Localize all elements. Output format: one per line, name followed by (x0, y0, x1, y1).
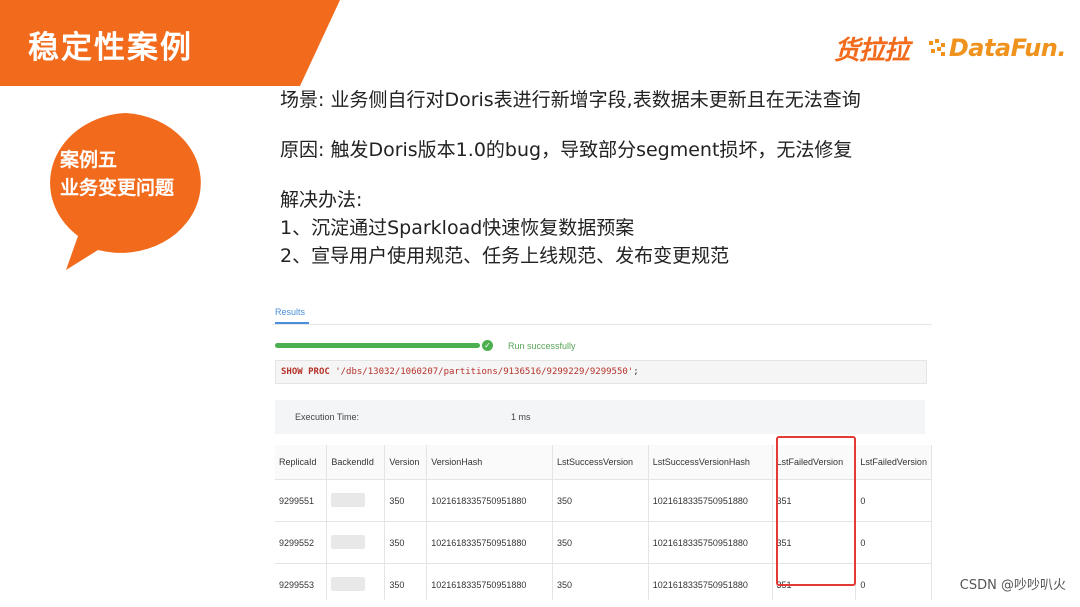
case-content: 场景: 业务侧自行对Doris表进行新增字段,表数据未更新且在无法查询 原因: … (280, 86, 861, 270)
redacted-value (331, 492, 366, 507)
column-header[interactable]: LstSuccessVersion (552, 445, 649, 480)
cause-text: 原因: 触发Doris版本1.0的bug，导致部分segment损坏，无法修复 (280, 139, 853, 161)
logos: 货拉拉 DataFun. (833, 28, 1067, 68)
case-number: 案例五 (60, 149, 118, 171)
datafun-logo: DataFun. (927, 34, 1067, 62)
watermark: CSDN @吵吵叭火 (959, 578, 1066, 593)
redacted-value (331, 576, 366, 591)
solution-item-1: 1、沉淀通过Sparkload快速恢复数据预案 (280, 217, 635, 239)
sql-statement: SHOW PROC '/dbs/13032/1060207/partitions… (281, 367, 639, 377)
lst-failed-version-hash-cell: 0 (855, 563, 932, 600)
sql-keyword-proc: PROC (308, 367, 330, 377)
slide-title: 稳定性案例 (28, 30, 193, 66)
datafun-mark-icon (928, 39, 945, 56)
backend-id-cell (326, 521, 386, 564)
lst-failed-version-highlight (776, 436, 856, 586)
version-hash-cell: 1021618335750951880 (426, 563, 553, 600)
lst-success-version-hash-cell: 1021618335750951880 (648, 563, 773, 600)
tab-results[interactable]: Results (275, 307, 305, 317)
lst-success-version-cell: 350 (552, 563, 649, 600)
backend-id-cell (326, 563, 386, 600)
column-header[interactable]: ReplicaId (275, 445, 328, 480)
column-header[interactable]: LstFailedVersion (855, 445, 932, 480)
title-banner: 稳定性案例 (0, 0, 340, 86)
lst-success-version-cell: 350 (552, 521, 649, 564)
replica-id-cell: 9299553 (275, 563, 328, 600)
column-header[interactable]: LstSuccessVersionHash (648, 445, 773, 480)
column-header[interactable]: BackendId (326, 445, 386, 480)
lst-failed-version-hash-cell: 0 (855, 479, 932, 522)
lst-success-version-hash-cell: 1021618335750951880 (648, 521, 773, 564)
sql-statement-box: SHOW PROC '/dbs/13032/1060207/partitions… (275, 360, 927, 384)
run-status-text: Run successfully (508, 341, 576, 351)
huolala-logo: 货拉拉 (833, 35, 910, 66)
version-hash-cell: 1021618335750951880 (426, 479, 553, 522)
backend-id-cell (326, 479, 386, 522)
sql-end: ; (633, 367, 639, 377)
progress-bar (275, 343, 480, 348)
datafun-logo-text: DataFun. (948, 34, 1067, 62)
version-cell: 350 (384, 479, 428, 522)
lst-success-version-cell: 350 (552, 479, 649, 522)
sql-path: '/dbs/13032/1060207/partitions/9136516/9… (335, 367, 634, 377)
check-icon: ✓ (482, 340, 493, 351)
solution-title: 解决办法: (280, 189, 363, 211)
sql-keyword-show: SHOW (281, 367, 303, 377)
lst-failed-version-hash-cell: 0 (855, 521, 932, 564)
version-cell: 350 (384, 563, 428, 600)
execution-time-label: Execution Time: (295, 412, 360, 422)
case-bubble-text: 案例五 业务变更问题 (60, 146, 174, 202)
column-header[interactable]: Version (384, 445, 428, 480)
execution-time-row: Execution Time: 1 ms (275, 400, 925, 434)
version-hash-cell: 1021618335750951880 (426, 521, 553, 564)
lst-success-version-hash-cell: 1021618335750951880 (648, 479, 773, 522)
version-cell: 350 (384, 521, 428, 564)
solution-item-2: 2、宣导用户使用规范、任务上线规范、发布变更规范 (280, 245, 730, 267)
replica-id-cell: 9299552 (275, 521, 328, 564)
execution-time-value: 1 ms (511, 412, 531, 422)
case-topic: 业务变更问题 (60, 177, 175, 199)
scene-text: 场景: 业务侧自行对Doris表进行新增字段,表数据未更新且在无法查询 (280, 89, 861, 111)
redacted-value (331, 534, 366, 549)
divider (272, 324, 932, 325)
replica-id-cell: 9299551 (275, 479, 328, 522)
column-header[interactable]: VersionHash (426, 445, 553, 480)
query-result-screenshot: Results ✓ Run successfully SHOW PROC '/d… (272, 300, 932, 600)
